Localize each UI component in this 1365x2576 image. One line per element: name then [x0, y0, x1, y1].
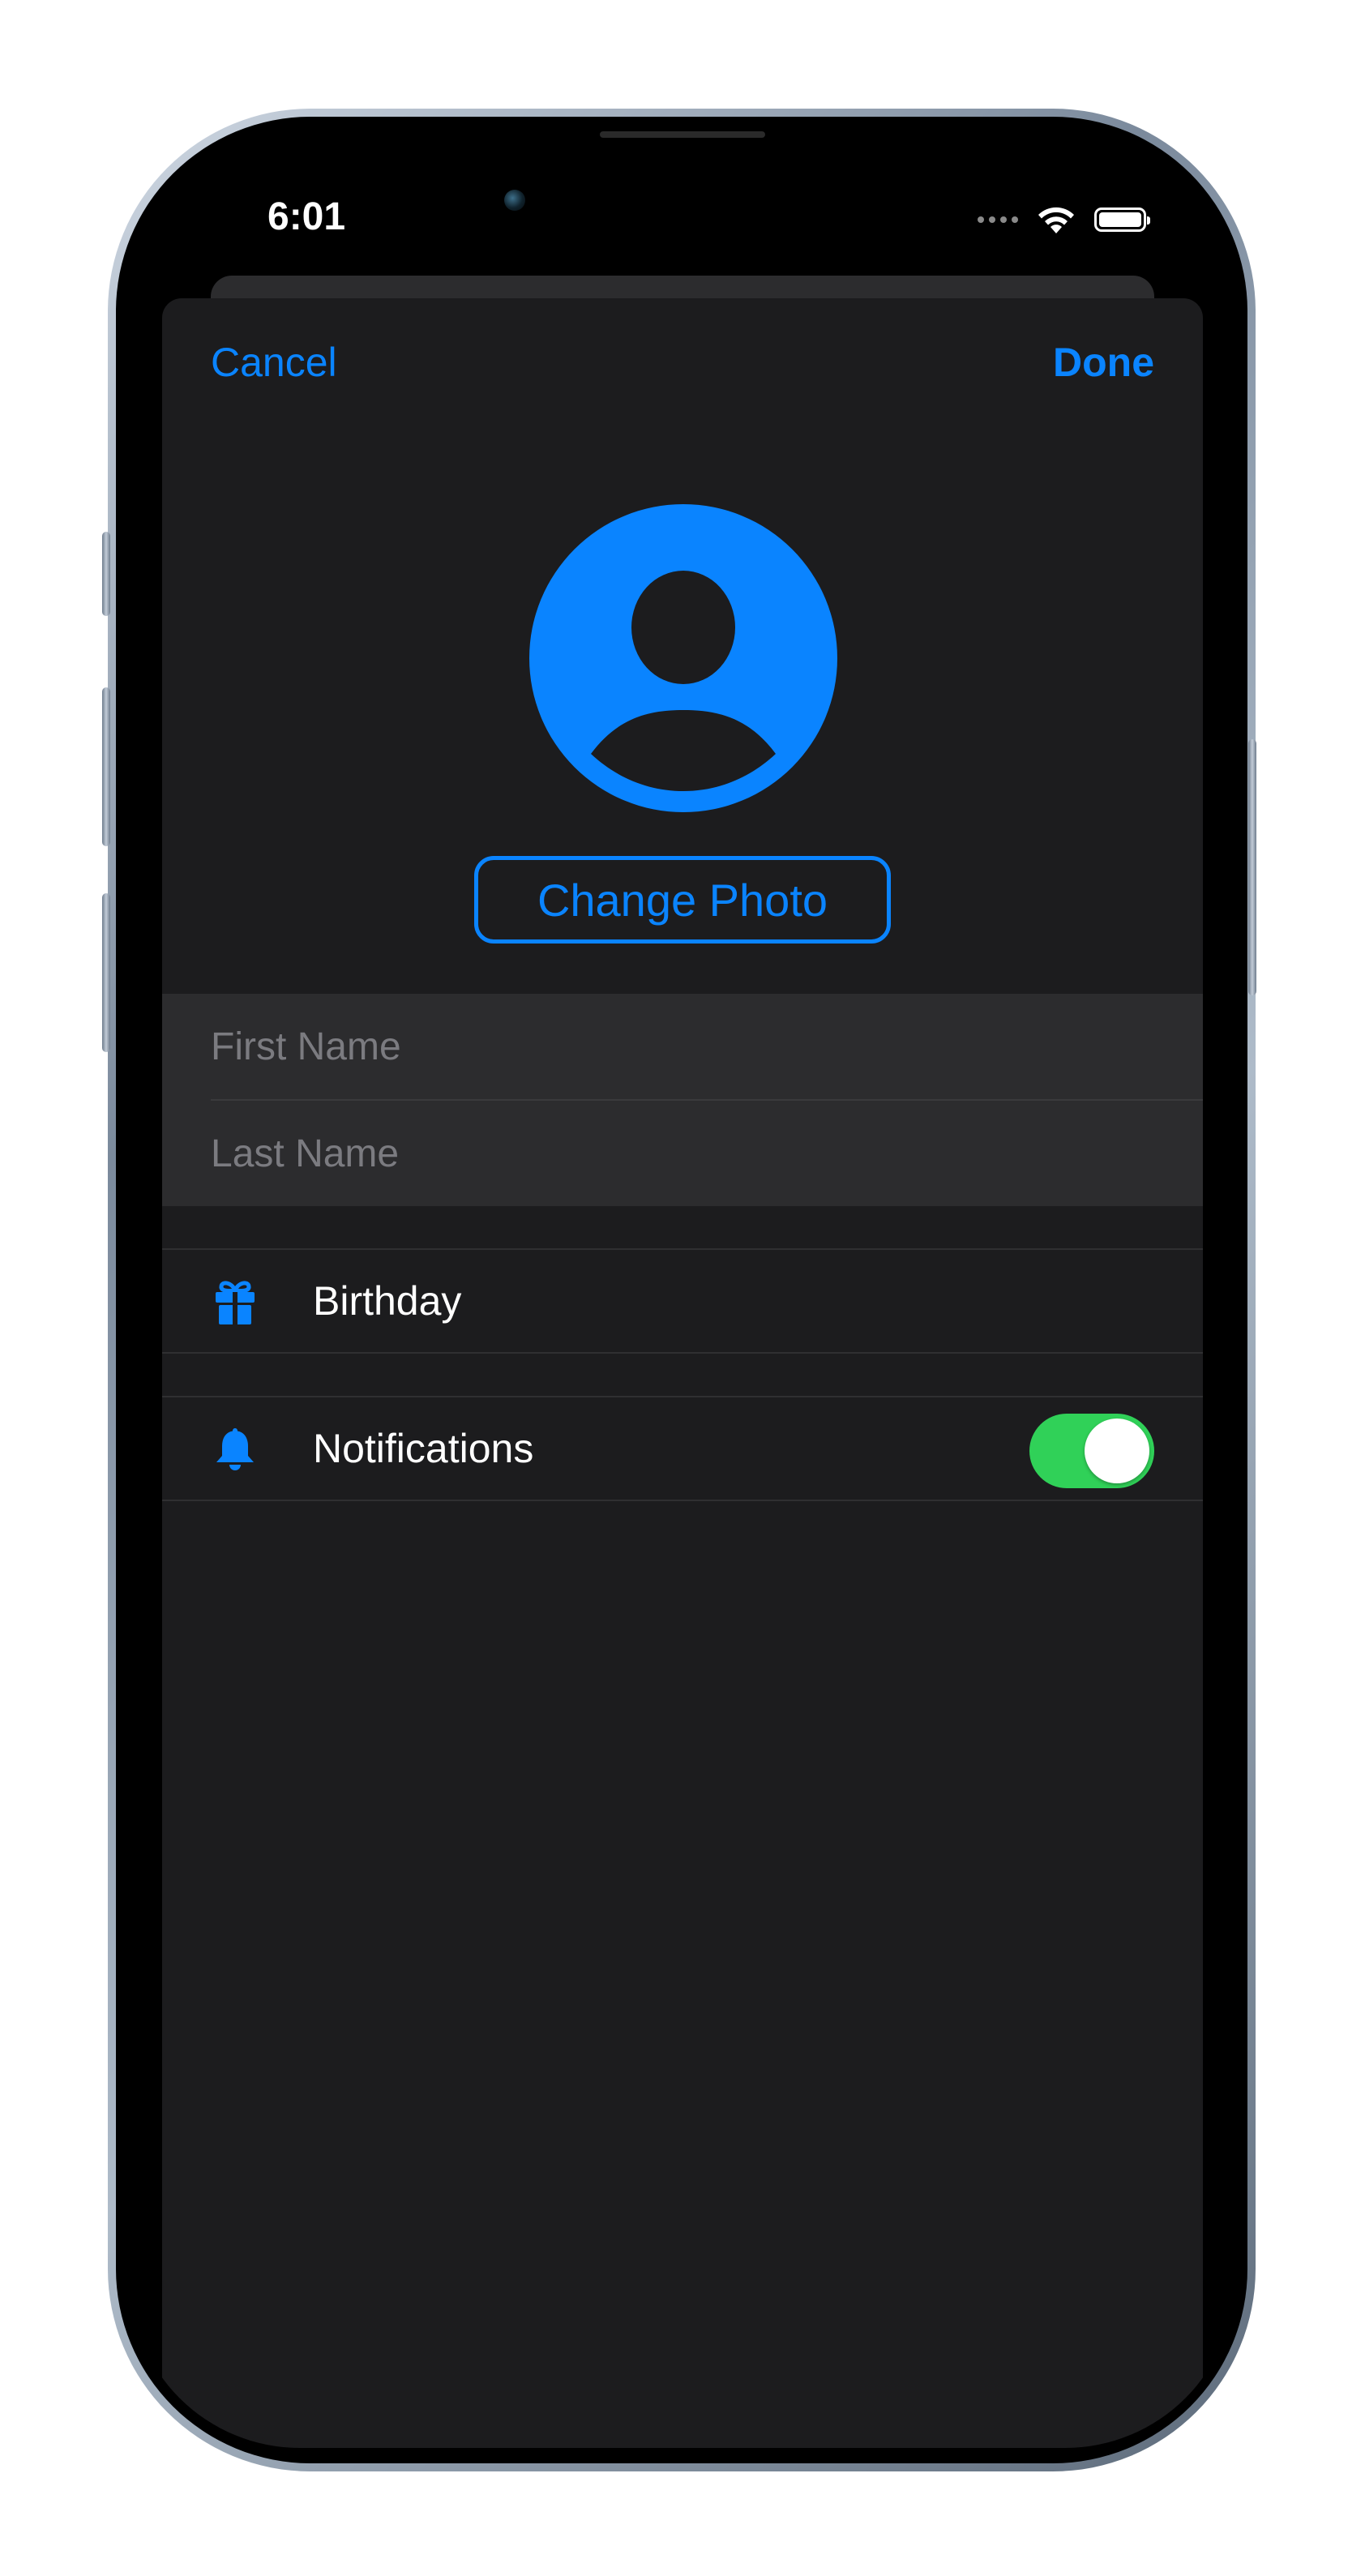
- speaker-grille: [600, 131, 765, 138]
- notifications-label: Notifications: [313, 1426, 534, 1471]
- side-button-left-2: [102, 687, 110, 846]
- front-camera: [504, 190, 525, 211]
- first-name-field[interactable]: First Name: [211, 994, 1203, 1101]
- edit-profile-sheet: Cancel Done Change Photo First Name Last…: [162, 298, 1203, 2448]
- notifications-toggle[interactable]: [1029, 1414, 1154, 1488]
- side-button-right: [1248, 739, 1256, 995]
- name-fields-group: First Name Last Name: [162, 994, 1203, 1206]
- change-photo-button[interactable]: Change Photo: [474, 856, 891, 944]
- last-name-placeholder: Last Name: [211, 1132, 400, 1175]
- birthday-label: Birthday: [313, 1278, 462, 1324]
- done-button[interactable]: Done: [1053, 339, 1154, 386]
- side-button-left-3: [102, 893, 110, 1052]
- notifications-row: Notifications: [162, 1396, 1203, 1501]
- last-name-field[interactable]: Last Name: [211, 1101, 1203, 1206]
- wifi-icon: [1038, 207, 1074, 233]
- person-circle-icon[interactable]: [529, 504, 837, 812]
- phone-screen: 6:01 Cancel Done Change Photo First Name…: [130, 130, 1235, 2448]
- status-icons: [978, 204, 1150, 235]
- cellular-signal-icon: [978, 216, 1018, 223]
- gift-icon: [216, 1281, 255, 1324]
- first-name-placeholder: First Name: [211, 1025, 401, 1068]
- side-button-left-1: [102, 532, 110, 616]
- battery-icon: [1094, 208, 1150, 232]
- cancel-button[interactable]: Cancel: [211, 339, 337, 386]
- bell-icon: [216, 1428, 254, 1470]
- birthday-row[interactable]: Birthday: [162, 1248, 1203, 1354]
- toggle-knob: [1085, 1419, 1149, 1483]
- status-time: 6:01: [267, 195, 346, 238]
